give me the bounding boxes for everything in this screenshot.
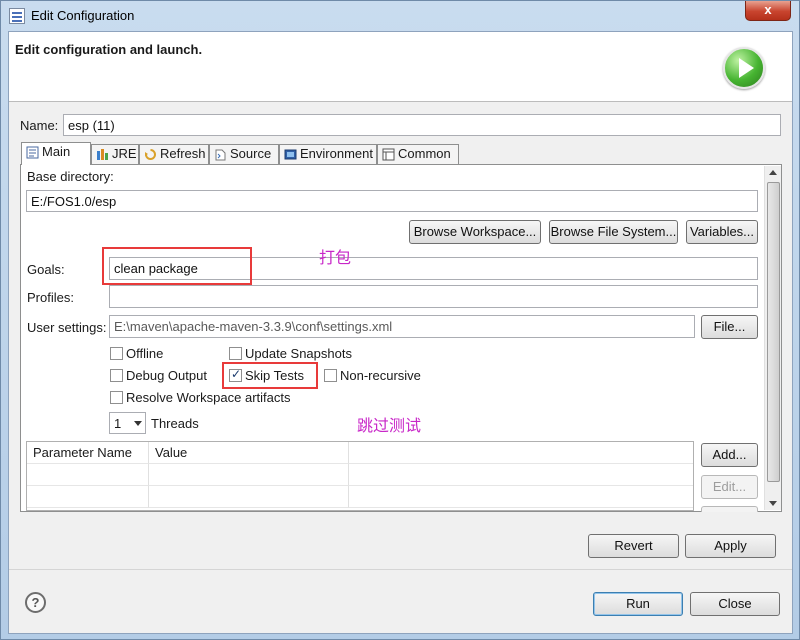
revert-button[interactable]: Revert	[588, 534, 679, 558]
skip-tests-highlight-box	[222, 362, 318, 389]
profiles-label: Profiles:	[27, 290, 74, 305]
profiles-input[interactable]	[109, 285, 758, 308]
goals-highlight-box	[102, 247, 252, 285]
header-title: Edit configuration and launch.	[15, 42, 203, 57]
browse-file-system-button[interactable]: Browse File System...	[549, 220, 678, 244]
scroll-down-icon[interactable]	[769, 501, 777, 506]
non-recursive-checkbox[interactable]	[324, 369, 337, 382]
table-row	[349, 486, 693, 508]
resolve-workspace-checkbox[interactable]	[110, 391, 123, 404]
table-row	[149, 486, 349, 508]
chevron-down-icon	[134, 421, 142, 426]
add-parameter-button[interactable]: Add...	[701, 443, 758, 467]
close-button[interactable]: Close	[690, 592, 780, 616]
update-snapshots-label: Update Snapshots	[245, 346, 352, 361]
common-tab-icon	[382, 148, 395, 161]
skip-tests-annotation: 跳过测试	[357, 416, 422, 435]
offline-checkbox[interactable]	[110, 347, 123, 360]
column-header-filler	[349, 442, 693, 464]
run-button[interactable]: Run	[593, 592, 683, 616]
tab-environment[interactable]: Environment	[279, 144, 377, 164]
table-row	[349, 464, 693, 486]
threads-select[interactable]: 1	[109, 412, 146, 434]
user-settings-label: User settings:	[27, 320, 107, 335]
offline-label: Offline	[126, 346, 164, 361]
user-settings-input[interactable]: E:\maven\apache-maven-3.3.9\conf\setting…	[109, 315, 695, 338]
tab-source[interactable]: Source	[209, 144, 279, 164]
tab-refresh[interactable]: Refresh	[139, 144, 209, 164]
source-tab-icon	[215, 149, 226, 161]
help-icon[interactable]: ?	[25, 592, 46, 613]
tab-environment-label: Environment	[300, 146, 373, 161]
threads-label: Threads	[151, 416, 199, 431]
table-row	[149, 464, 349, 486]
variables-button[interactable]: Variables...	[686, 220, 758, 244]
parameter-table[interactable]: Parameter Name Value	[26, 441, 694, 511]
tab-main-label: Main	[42, 144, 71, 159]
goals-label: Goals:	[27, 262, 65, 277]
close-window-button[interactable]: x	[745, 1, 791, 21]
update-snapshots-checkbox[interactable]	[229, 347, 242, 360]
refresh-tab-icon	[145, 149, 156, 160]
environment-tab-icon	[284, 149, 297, 160]
edit-configuration-window: Edit Configuration x Edit configuration …	[0, 0, 800, 640]
main-tab-icon	[26, 146, 39, 159]
threads-value: 1	[114, 416, 122, 431]
non-recursive-label: Non-recursive	[340, 368, 421, 383]
table-row	[27, 486, 149, 508]
column-header-value[interactable]: Value	[149, 442, 349, 464]
base-directory-label: Base directory:	[27, 169, 114, 184]
scroll-up-icon[interactable]	[769, 170, 777, 175]
tab-common-label: Common	[398, 146, 451, 161]
window-icon	[9, 8, 25, 24]
tab-refresh-label: Refresh	[160, 146, 206, 161]
title-bar: Edit Configuration x	[1, 1, 799, 31]
debug-output-checkbox[interactable]	[110, 369, 123, 382]
file-button[interactable]: File...	[701, 315, 758, 339]
panel-scrollbar[interactable]	[764, 166, 781, 510]
base-directory-input[interactable]: E:/FOS1.0/esp	[26, 190, 758, 212]
apply-button[interactable]: Apply	[685, 534, 776, 558]
tab-jre-label: JRE	[112, 146, 137, 161]
tab-source-label: Source	[230, 146, 272, 161]
tab-jre[interactable]: JRE	[91, 144, 139, 164]
footer-separator	[9, 569, 792, 570]
name-label: Name:	[20, 118, 59, 133]
column-header-parameter-name[interactable]: Parameter Name	[27, 442, 149, 464]
debug-output-label: Debug Output	[126, 368, 207, 383]
tab-main[interactable]: Main	[21, 142, 91, 165]
browse-workspace-button[interactable]: Browse Workspace...	[409, 220, 541, 244]
dialog-header: Edit configuration and launch.	[9, 32, 792, 102]
remove-parameter-button[interactable]	[701, 506, 758, 512]
resolve-workspace-label: Resolve Workspace artifacts	[126, 390, 291, 405]
jre-tab-icon	[97, 149, 108, 160]
window-title: Edit Configuration	[31, 8, 135, 23]
edit-parameter-button[interactable]: Edit...	[701, 475, 758, 499]
tab-common[interactable]: Common	[377, 144, 459, 164]
scrollbar-thumb[interactable]	[767, 182, 780, 482]
table-row	[27, 464, 149, 486]
run-launch-icon	[723, 47, 765, 89]
name-input[interactable]: esp (11)	[63, 114, 781, 136]
goals-annotation: 打包	[319, 248, 352, 267]
